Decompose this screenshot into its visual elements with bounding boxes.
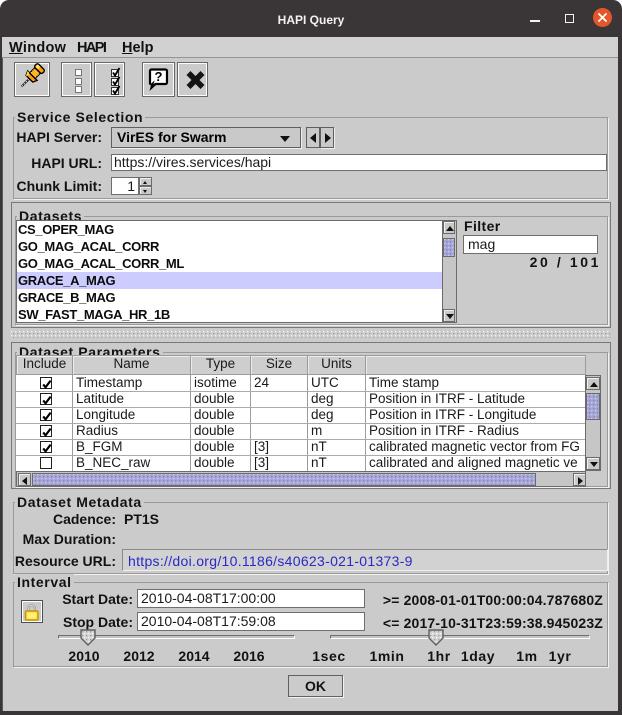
svg-text:?: ? bbox=[155, 69, 163, 84]
